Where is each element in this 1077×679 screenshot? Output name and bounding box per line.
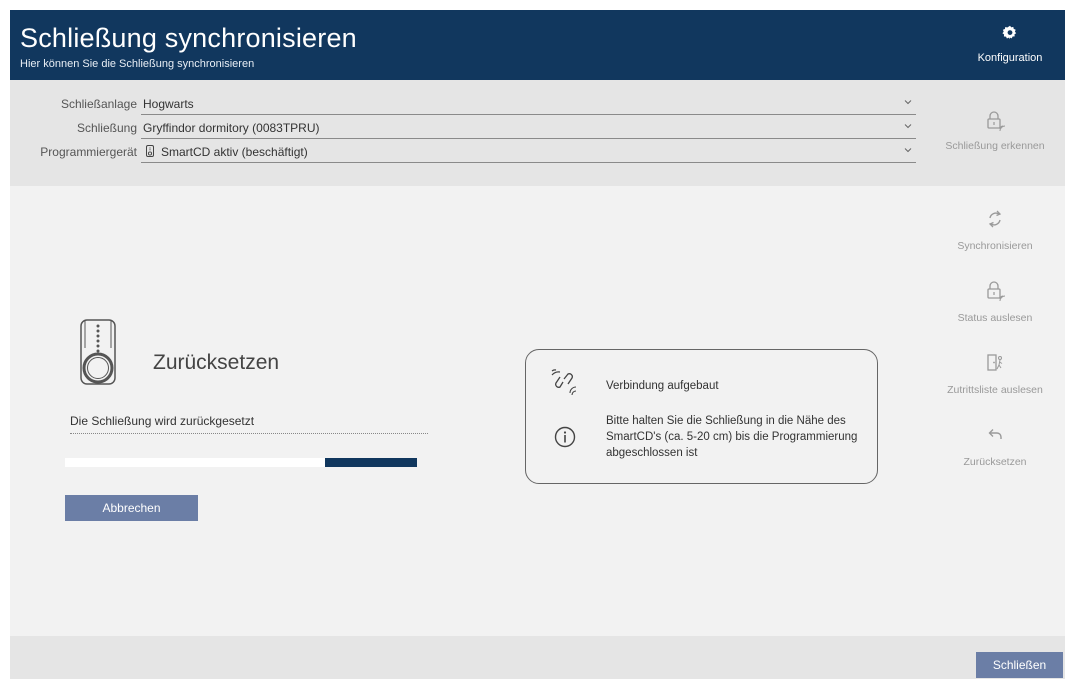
undo-icon bbox=[988, 429, 1002, 439]
reset-progress-bar bbox=[65, 458, 417, 467]
reset-heading: Zurücksetzen bbox=[153, 351, 280, 374]
info-hint-text: Bitte halten Sie die Schließung in die N… bbox=[606, 415, 858, 459]
chevron-down-icon bbox=[904, 100, 912, 105]
abort-button[interactable]: Abbrechen bbox=[65, 495, 198, 521]
read-access-list-button[interactable]: Zutrittsliste auslesen bbox=[925, 352, 1065, 402]
lock-cylinder-icon bbox=[80, 319, 116, 385]
lock-value: Gryffindor dormitory (0083TPRU) bbox=[143, 121, 320, 135]
configuration-label: Konfiguration bbox=[977, 52, 1043, 64]
read-status-label: Status auslesen bbox=[957, 312, 1033, 324]
lock-detect-icon bbox=[987, 111, 1006, 132]
connection-info-box: Verbindung aufgebaut Bitte halten Sie di… bbox=[525, 349, 878, 484]
lock-label: Schließung bbox=[76, 121, 137, 135]
detect-lock-button[interactable]: Schließung erkennen bbox=[925, 110, 1065, 160]
progress-fill bbox=[325, 458, 417, 467]
reset-label: Zurücksetzen bbox=[963, 456, 1027, 468]
header-bar: Schließung synchronisieren Hier können S… bbox=[10, 10, 1065, 80]
form-row-programming-device: Programmiergerät bbox=[10, 143, 137, 163]
selection-panel: Schließanlage Hogwarts Schließung Gryffi… bbox=[10, 80, 1065, 186]
chevron-down-icon bbox=[904, 124, 912, 129]
sync-icon bbox=[988, 210, 1002, 228]
locking-system-label: Schließanlage bbox=[60, 97, 137, 111]
programming-device-value: SmartCD aktiv (beschäftigt) bbox=[161, 145, 308, 159]
locking-system-value: Hogwarts bbox=[143, 97, 194, 111]
smartcd-device-icon bbox=[146, 145, 154, 157]
page-title: Schließung synchronisieren bbox=[20, 23, 357, 53]
main-content: Zurücksetzen Die Schließung wird zurückg… bbox=[10, 186, 915, 636]
gear-icon bbox=[1002, 25, 1017, 40]
form-row-lock: Schließung bbox=[10, 119, 137, 139]
wireless-connection-icon bbox=[551, 369, 577, 396]
detect-lock-label: Schließung erkennen bbox=[945, 140, 1045, 152]
synchronize-button[interactable]: Synchronisieren bbox=[925, 208, 1065, 258]
lock-status-icon bbox=[987, 281, 1006, 302]
read-access-list-label: Zutrittsliste auslesen bbox=[947, 384, 1043, 396]
page-subtitle: Hier können Sie die Schließung synchroni… bbox=[20, 58, 255, 70]
read-status-button[interactable]: Status auslesen bbox=[925, 280, 1065, 330]
form-row-locking-system: Schließanlage bbox=[10, 95, 137, 115]
close-button[interactable]: Schließen bbox=[976, 652, 1063, 678]
configuration-button[interactable]: Konfiguration bbox=[955, 10, 1065, 80]
locking-system-select[interactable]: Hogwarts bbox=[141, 95, 916, 115]
reset-status-text: Die Schließung wird zurückgesetzt bbox=[70, 414, 428, 434]
footer-bar: Schließen bbox=[10, 636, 1065, 679]
connection-status-text: Verbindung aufgebaut bbox=[606, 380, 719, 392]
lock-select[interactable]: Gryffindor dormitory (0083TPRU) bbox=[141, 119, 916, 139]
programming-device-select[interactable]: SmartCD aktiv (beschäftigt) bbox=[141, 143, 916, 163]
synchronize-label: Synchronisieren bbox=[957, 240, 1033, 252]
app-window: Schließung synchronisieren Hier können S… bbox=[10, 10, 1065, 679]
access-list-icon bbox=[987, 354, 1003, 371]
chevron-down-icon bbox=[904, 148, 912, 153]
reset-button[interactable]: Zurücksetzen bbox=[925, 424, 1065, 474]
programming-device-label: Programmiergerät bbox=[40, 145, 137, 159]
info-icon bbox=[554, 426, 576, 448]
